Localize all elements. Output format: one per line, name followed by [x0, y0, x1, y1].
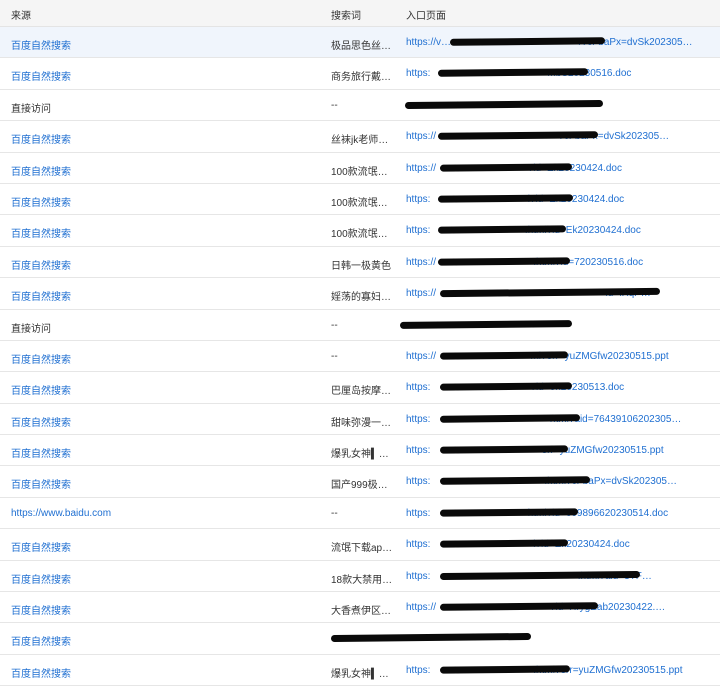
- table-row[interactable]: 百度自然搜索 大香煮伊区… https:// ?id=HrygEab20230422…: [0, 592, 720, 624]
- keyword-cell: 极品思色丝…: [331, 41, 391, 52]
- redaction-mark: [439, 445, 569, 454]
- column-header-source[interactable]: 来源: [11, 7, 31, 22]
- keyword-cell: 婬荡的寡妇…: [331, 292, 391, 304]
- keyword-cell: 100款流氓…: [331, 166, 388, 178]
- source-cell[interactable]: 百度自然搜索: [11, 194, 311, 209]
- redaction-mark: [439, 508, 579, 517]
- redaction-mark: [330, 633, 532, 643]
- keyword-cell: 商务旅行戴…: [331, 72, 391, 84]
- table-row[interactable]: 百度自然搜索 100款流氓… https: .html?id=Ek20230424.…: [0, 215, 720, 247]
- keyword-cell: --: [331, 319, 338, 331]
- keyword-cell: 巴厘岛按摩…: [331, 386, 391, 398]
- redaction-mark: [437, 194, 574, 203]
- table-row[interactable]: 百度自然搜索 流氓下载ap… https: l?id=Ek20230424.doc: [0, 529, 720, 561]
- source-cell[interactable]: https://www.baidu.com: [11, 508, 311, 519]
- source-cell[interactable]: 百度自然搜索: [11, 476, 311, 491]
- keyword-cell: 流氓下载ap…: [331, 543, 393, 555]
- table-row[interactable]: 百度自然搜索 爆乳女神▍… https: .html?3rr=yuZMGfw2023…: [0, 655, 720, 686]
- redaction-mark: [404, 99, 604, 109]
- column-header-entry-page[interactable]: 入口页面: [406, 7, 446, 22]
- source-cell[interactable]: 百度自然搜索: [11, 68, 311, 83]
- table-row[interactable]: 百度自然搜索婬荡的寡妇…https:// id=fXqP…: [0, 278, 720, 310]
- redaction-mark: [399, 319, 573, 329]
- source-cell[interactable]: 百度自然搜索: [11, 445, 311, 460]
- keyword-cell: 100款流氓…: [331, 197, 388, 209]
- keyword-cell: --: [331, 350, 338, 362]
- table-row[interactable]: 直接访问 --: [0, 90, 720, 122]
- table-row[interactable]: https://www.baidu.com -- https: html?id=60…: [0, 498, 720, 530]
- source-cell[interactable]: 百度自然搜索: [11, 163, 311, 178]
- source-cell[interactable]: 百度自然搜索: [11, 257, 311, 272]
- source-cell[interactable]: 百度自然搜索: [11, 633, 311, 648]
- source-cell: 直接访问: [11, 323, 51, 335]
- source-cell[interactable]: 百度自然搜索: [11, 602, 311, 617]
- keyword-cell: 甜味弥漫一…: [331, 417, 391, 429]
- keyword-cell: --: [331, 99, 338, 111]
- table-row[interactable]: 百度自然搜索 100款流氓… https:// ?id=Ek20230424.doc: [0, 153, 720, 184]
- table-header: 来源 搜索词 入口页面: [0, 0, 720, 27]
- source-cell[interactable]: 百度自然搜索: [11, 571, 311, 586]
- source-cell[interactable]: 百度自然搜索: [11, 131, 311, 146]
- source-cell[interactable]: 百度自然搜索: [11, 288, 311, 303]
- table-row[interactable]: 直接访问 --: [0, 310, 720, 341]
- source-cell[interactable]: 百度自然搜索: [11, 665, 311, 680]
- keyword-cell: 18款大禁用…: [331, 574, 393, 586]
- table-row[interactable]: 百度自然搜索 极品思色丝… https://v… /?cFbaPx=dvSk2023…: [0, 27, 720, 59]
- redaction-mark: [439, 162, 573, 172]
- visit-table-body: 百度自然搜索 极品思色丝… https://v… /?cFbaPx=dvSk2023…: [0, 27, 720, 686]
- keyword-cell: 丝袜jk老师…: [331, 135, 389, 147]
- keyword-cell: 100款流氓…: [331, 229, 388, 241]
- keyword-cell: 日韩一极黄色: [331, 260, 391, 272]
- source-cell[interactable]: 百度自然搜索: [11, 225, 311, 240]
- redaction-mark: [437, 257, 571, 266]
- keyword-cell: 大香煮伊区…: [331, 606, 391, 618]
- keyword-cell: 爆乳女神▍…: [331, 668, 389, 680]
- source-cell: 直接访问: [11, 103, 51, 115]
- table-row[interactable]: 百度自然搜索 100款流氓… https: l?id=Ek20230424.doc: [0, 184, 720, 216]
- keyword-cell: 国产999极…: [331, 480, 388, 492]
- redaction-mark: [439, 413, 581, 423]
- table-row[interactable]: 百度自然搜索 -- https:// ml?3rr=yuZMGfw20230515.…: [0, 341, 720, 373]
- source-cell[interactable]: 百度自然搜索: [11, 382, 311, 397]
- table-row[interactable]: 百度自然搜索 巴厘岛按摩… https: ?id=on20230513.doc: [0, 372, 720, 404]
- table-row[interactable]: 百度自然搜索商务旅行戴…https: =MbS20230516.doc: [0, 58, 720, 90]
- table-row[interactable]: 百度自然搜索18款大禁用…https: .html?aid=3TF…: [0, 561, 720, 593]
- table-row[interactable]: 百度自然搜索 国产999极… https: .html?cFbaPx=dvSk202…: [0, 466, 720, 498]
- keyword-cell: 爆乳女神▍…: [331, 449, 389, 461]
- column-header-keyword[interactable]: 搜索词: [331, 7, 361, 22]
- source-cell[interactable]: 百度自然搜索: [11, 351, 311, 366]
- table-row[interactable]: 百度自然搜索 甜味弥漫一… https: html?aid=764391062023…: [0, 404, 720, 436]
- source-cell[interactable]: 百度自然搜索: [11, 37, 311, 52]
- table-row[interactable]: 百度自然搜索 日韩一极黄色 https:// .html?id=720230516.…: [0, 247, 720, 279]
- table-row[interactable]: 百度自然搜索 丝袜jk老师… https:// ?cFbaPx=dvSk202305…: [0, 121, 720, 153]
- source-cell[interactable]: 百度自然搜索: [11, 414, 311, 429]
- keyword-cell: --: [331, 507, 338, 519]
- source-cell[interactable]: 百度自然搜索: [11, 539, 311, 554]
- table-row[interactable]: 百度自然搜索: [0, 623, 720, 655]
- redaction-mark: [439, 351, 569, 360]
- redaction-mark: [439, 665, 571, 674]
- table-row[interactable]: 百度自然搜索 爆乳女神▍… https: 3rr=yuZMGfw20230515.p…: [0, 435, 720, 467]
